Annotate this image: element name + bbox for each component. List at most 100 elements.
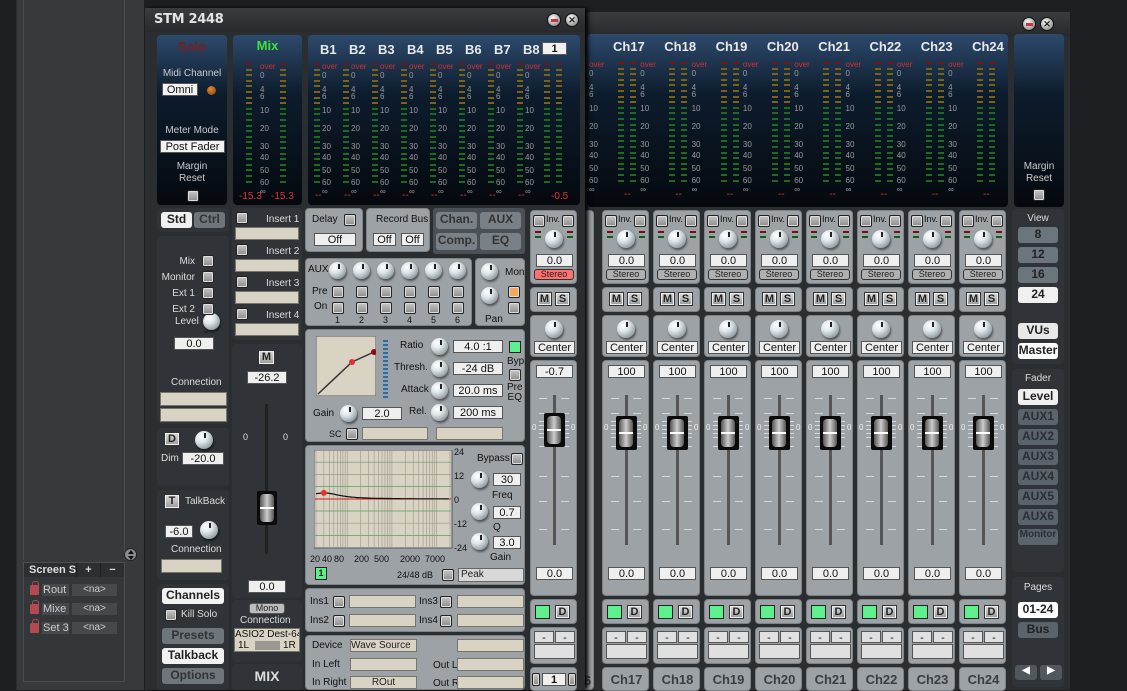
direct-out-button[interactable]: D [882, 605, 897, 619]
direct-out-button[interactable]: D [555, 605, 570, 619]
mix-fader-track[interactable] [265, 404, 268, 554]
fader-option-aux6[interactable]: AUX6 [1018, 509, 1058, 525]
phase-left-checkbox[interactable] [656, 215, 668, 227]
route-right[interactable]: - [729, 631, 749, 644]
route-left[interactable]: - [759, 631, 779, 644]
solo-button[interactable]: S [729, 292, 744, 306]
sidechain-field-2[interactable] [436, 427, 503, 440]
thresh-value[interactable]: -24 dB [453, 362, 503, 375]
solo-button[interactable]: S [555, 292, 570, 306]
width-value[interactable]: 100 [659, 365, 696, 378]
sidechain-checkbox[interactable] [346, 428, 358, 440]
fader-value[interactable]: 0.0 [965, 567, 1002, 580]
insert-slot[interactable] [235, 227, 299, 240]
comp-bypass-toggle[interactable] [509, 341, 521, 353]
presets-button[interactable]: Presets [162, 628, 224, 644]
view-option-12[interactable]: 12 [1018, 247, 1058, 263]
device-field[interactable]: Wave Source [350, 639, 417, 652]
fader-value[interactable]: 0.0 [812, 567, 849, 580]
fader-handle[interactable] [718, 416, 739, 450]
pan-knob[interactable] [545, 320, 563, 338]
ins2-field[interactable] [349, 614, 416, 627]
route-right[interactable]: - [882, 631, 902, 644]
ins1-field[interactable] [349, 595, 416, 608]
routing-field[interactable] [708, 644, 749, 659]
direct-out-button[interactable]: D [831, 605, 846, 619]
insert-checkbox[interactable] [236, 276, 248, 288]
talkback-value[interactable]: -6.0 [165, 525, 193, 538]
margin-reset-button[interactable] [1033, 189, 1045, 201]
monitor-source-checkbox[interactable] [202, 303, 214, 315]
view-option-8[interactable]: 8 [1018, 227, 1058, 243]
direct-out-button[interactable]: D [678, 605, 693, 619]
channel-active-toggle[interactable] [709, 605, 724, 619]
record-bus-1[interactable]: Off [373, 233, 396, 246]
pan-knob[interactable] [974, 320, 992, 338]
tab-chan[interactable]: Chan. [436, 212, 477, 229]
fader-value[interactable]: 0.0 [659, 567, 696, 580]
fader-value[interactable]: 0.0 [761, 567, 798, 580]
pan-knob[interactable] [668, 320, 686, 338]
direct-out-button[interactable]: D [780, 605, 795, 619]
aux-on-checkbox[interactable] [356, 302, 368, 314]
screen-set-item[interactable]: Set 3 <na> [30, 618, 122, 634]
eq-q-knob[interactable] [471, 503, 488, 520]
std-tab[interactable]: Std [161, 212, 192, 228]
aux-send-knob[interactable] [377, 262, 394, 279]
pan-knob[interactable] [872, 320, 890, 338]
fader-option-aux3[interactable]: AUX3 [1018, 449, 1058, 465]
record-bus-2[interactable]: Off [401, 233, 424, 246]
routing-field[interactable] [606, 644, 647, 659]
routing-field[interactable] [912, 644, 953, 659]
close-button[interactable]: ✕ [1040, 17, 1054, 31]
mute-button[interactable]: M [966, 292, 981, 306]
talkback-connection-field[interactable] [161, 559, 222, 573]
route-right[interactable]: - [678, 631, 698, 644]
direct-out-button[interactable]: D [933, 605, 948, 619]
mute-button[interactable]: M [660, 292, 675, 306]
out-l-field[interactable] [457, 658, 524, 671]
fader-value[interactable]: 0.0 [863, 567, 900, 580]
fader-value[interactable]: 0.0 [536, 567, 573, 580]
in-left-field[interactable] [350, 658, 417, 671]
phase-left-checkbox[interactable] [962, 215, 974, 227]
fader-handle[interactable] [973, 416, 994, 450]
gain-value[interactable]: 0.0 [710, 254, 747, 267]
screen-set-item[interactable]: Mixe <na> [30, 599, 122, 615]
stereo-button[interactable]: Stereo [861, 269, 901, 280]
aux-pre-checkbox[interactable] [404, 286, 416, 298]
pan-value[interactable]: Center [912, 341, 953, 354]
dim-value[interactable]: -20.0 [182, 452, 224, 465]
mute-button[interactable]: M [813, 292, 828, 306]
prev-page-button[interactable]: ◀ [1015, 665, 1037, 680]
route-right[interactable]: - [555, 631, 575, 644]
screen-set-item[interactable]: Rout <na> [30, 580, 122, 596]
route-left[interactable]: - [606, 631, 626, 644]
vus-button[interactable]: VUs [1018, 323, 1058, 339]
insert-checkbox[interactable] [236, 308, 248, 320]
route-left[interactable]: - [963, 631, 983, 644]
aux-on-checkbox[interactable] [428, 302, 440, 314]
channel-active-toggle[interactable] [535, 605, 550, 619]
fader-option-aux5[interactable]: AUX5 [1018, 489, 1058, 505]
in-right-field[interactable]: ROut [350, 676, 417, 689]
pan-value[interactable]: Center [657, 341, 698, 354]
dim-knob[interactable] [195, 431, 213, 449]
routing-field[interactable] [534, 644, 575, 659]
stereo-button[interactable]: Stereo [759, 269, 799, 280]
aux-pre-checkbox[interactable] [332, 286, 344, 298]
lock-icon[interactable] [30, 599, 39, 614]
fader-value[interactable]: 0.0 [914, 567, 951, 580]
fader-handle[interactable] [544, 413, 565, 447]
meter-mode-select[interactable]: Post Fader [160, 140, 225, 153]
aux-send-knob[interactable] [353, 262, 370, 279]
gain-value[interactable]: 0.0 [863, 254, 900, 267]
mix-connection-field[interactable]: ASIO2 Dest-64 1L 1R [234, 628, 300, 652]
eq-q-value[interactable]: 0.7 [493, 506, 521, 519]
stereo-button[interactable]: Stereo [708, 269, 748, 280]
monitor-source-checkbox[interactable] [202, 255, 214, 267]
connection-field-1[interactable] [160, 392, 227, 406]
mon-knob[interactable] [481, 263, 498, 280]
device-field-2[interactable] [457, 639, 524, 652]
phase-right-checkbox[interactable] [889, 215, 901, 227]
